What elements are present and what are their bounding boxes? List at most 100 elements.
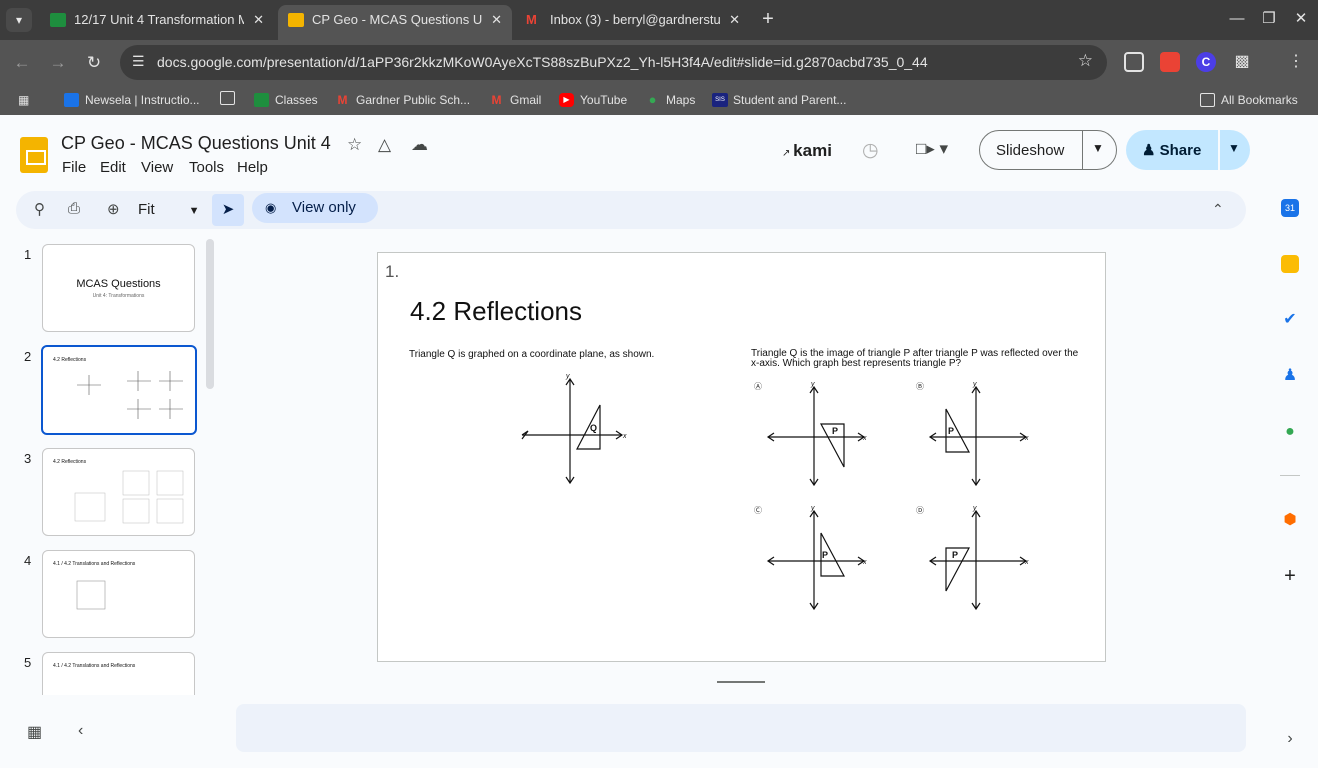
- apps-grid-icon[interactable]: ▦: [18, 91, 34, 109]
- menu-tools[interactable]: Tools: [189, 159, 224, 176]
- slide-thumbnail-4[interactable]: 4.1 / 4.2 Translations and Reflections: [42, 550, 195, 638]
- search-icon[interactable]: ⚲: [34, 200, 45, 218]
- new-tab-button[interactable]: +: [758, 6, 778, 34]
- slide-thumbnail-5[interactable]: 4.1 / 4.2 Translations and Reflections: [42, 652, 195, 695]
- browser-tab-3[interactable]: M Inbox (3) - berryl@gardnerstude ✕: [516, 5, 750, 40]
- folder-icon: [1200, 93, 1215, 107]
- bookmark-gardner[interactable]: M Gardner Public Sch...: [335, 91, 471, 109]
- slides-logo-icon[interactable]: [20, 137, 48, 173]
- bookmark-gmail[interactable]: M Gmail: [489, 91, 542, 109]
- close-icon[interactable]: ✕: [491, 5, 502, 35]
- maximize-button[interactable]: ❐: [1254, 6, 1284, 32]
- view-only-button[interactable]: ◉ View only: [252, 193, 378, 223]
- calendar-icon[interactable]: 31: [1281, 199, 1299, 217]
- option-b-label: Ⓑ: [916, 382, 924, 391]
- menu-edit[interactable]: Edit: [100, 159, 126, 176]
- bookmark-newsela[interactable]: Newsela | Instructio...: [64, 91, 200, 109]
- browser-tab-2[interactable]: CP Geo - MCAS Questions Unit 4 ✕: [278, 5, 512, 40]
- all-bookmarks[interactable]: All Bookmarks: [1200, 91, 1298, 109]
- bookmark-star-icon[interactable]: ☆: [1078, 51, 1093, 71]
- bookmark-youtube[interactable]: ▶ YouTube: [559, 91, 627, 109]
- slide-thumbnail-2[interactable]: 4.2 Reflections: [41, 345, 197, 435]
- extensions-puzzle-icon[interactable]: ▩: [1232, 52, 1252, 72]
- print-icon[interactable]: ⎙: [68, 200, 80, 217]
- minimize-button[interactable]: —: [1222, 6, 1252, 32]
- bookmark-maps[interactable]: ● Maps: [645, 91, 696, 109]
- triangle-p-label: P: [948, 426, 954, 436]
- share-label: ♟ Share: [1142, 141, 1201, 159]
- kami-button[interactable]: ↗ kami: [782, 141, 832, 161]
- back-button[interactable]: ←: [9, 50, 35, 76]
- tab-search-button[interactable]: ▾: [6, 8, 32, 32]
- people-icon: ♟: [1142, 142, 1160, 159]
- axis-x-label: x: [1024, 559, 1029, 566]
- maps-icon[interactable]: ●: [1281, 423, 1299, 441]
- slide-number: 2: [24, 349, 32, 364]
- triangle-p-label: P: [832, 426, 838, 436]
- divider: [1082, 131, 1083, 169]
- version-history-icon[interactable]: ◷: [862, 139, 879, 162]
- slide-filmstrip[interactable]: 1 MCAS Questions Unit 4: Transformations…: [0, 235, 220, 695]
- slide-thumbnail-1[interactable]: MCAS Questions Unit 4: Transformations: [42, 244, 195, 332]
- keep-icon[interactable]: [1281, 255, 1299, 273]
- reader-extension-icon[interactable]: [1124, 52, 1144, 72]
- bookmark-folder[interactable]: [220, 91, 235, 109]
- menu-file[interactable]: File: [62, 159, 86, 176]
- browser-tab-1[interactable]: 12/17 Unit 4 Transformation Mo ✕: [40, 5, 274, 40]
- grid-view-icon[interactable]: ▦: [27, 722, 42, 742]
- bookmark-classes[interactable]: Classes: [254, 91, 318, 109]
- triangle-p-label: P: [952, 550, 958, 560]
- forward-button[interactable]: →: [45, 50, 71, 76]
- menu-view[interactable]: View: [141, 159, 173, 176]
- bookmark-label: YouTube: [580, 93, 628, 107]
- meet-camera-icon[interactable]: □▸ ▾: [916, 139, 948, 159]
- slide-thumbnail-3[interactable]: 4.2 Reflections: [42, 448, 195, 536]
- slide-question-number: 1.: [385, 262, 400, 281]
- close-icon[interactable]: ✕: [729, 5, 740, 35]
- star-icon[interactable]: ☆: [347, 135, 362, 155]
- address-bar[interactable]: ☰ docs.google.com/presentation/d/1aPP36r…: [120, 45, 1107, 80]
- document-title[interactable]: CP Geo - MCAS Questions Unit 4: [61, 133, 331, 154]
- close-icon[interactable]: ✕: [253, 5, 264, 35]
- window-close-button[interactable]: ✕: [1286, 6, 1316, 32]
- kebab-menu-icon[interactable]: ⋮: [1286, 52, 1306, 72]
- site-info-icon[interactable]: ☰: [132, 53, 145, 70]
- tasks-icon[interactable]: ✔: [1281, 311, 1299, 329]
- addon-icon[interactable]: ⬢: [1281, 511, 1299, 529]
- menu-help[interactable]: Help: [237, 159, 268, 176]
- chevron-down-icon[interactable]: ▼: [1228, 141, 1240, 155]
- slide-number: 5: [24, 655, 32, 670]
- chevron-right-icon[interactable]: ›: [1281, 730, 1299, 748]
- bookmark-extension-icon[interactable]: [1160, 52, 1180, 72]
- reload-button[interactable]: ↻: [81, 50, 107, 76]
- notes-resize-handle[interactable]: [717, 681, 765, 683]
- cloud-status-icon[interactable]: ☁: [411, 135, 428, 155]
- filmstrip-scrollbar[interactable]: [206, 239, 214, 389]
- divider: [1218, 130, 1220, 170]
- chevron-down-icon[interactable]: ▼: [1092, 141, 1104, 155]
- browser-toolbar: ← → ↻ ☰ docs.google.com/presentation/d/1…: [0, 40, 1318, 85]
- share-button[interactable]: ♟ Share ▼: [1126, 130, 1250, 170]
- speaker-notes[interactable]: [236, 704, 1246, 752]
- bookmark-student-parent[interactable]: SIS Student and Parent...: [712, 91, 846, 109]
- axis-x-label: x: [862, 435, 867, 442]
- folder-icon: [220, 91, 235, 105]
- axis-y-label: y: [972, 505, 977, 512]
- gmail-icon: M: [526, 12, 537, 27]
- graph-triangle-q: x y Q: [521, 373, 627, 485]
- add-icon[interactable]: +: [1281, 566, 1299, 586]
- chevron-down-icon: ▼: [188, 205, 200, 217]
- zoom-icon[interactable]: ⊕: [107, 200, 120, 218]
- axis-y-label: y: [810, 381, 815, 388]
- zoom-select[interactable]: Fit ▼: [138, 201, 200, 218]
- chevron-up-icon[interactable]: ⌃: [1212, 201, 1224, 218]
- contacts-icon[interactable]: ♟: [1281, 367, 1299, 385]
- axis-x-label: x: [1024, 435, 1029, 442]
- select-cursor-icon[interactable]: ➤: [212, 194, 244, 226]
- chevron-left-icon[interactable]: ‹: [78, 722, 83, 740]
- move-to-drive-icon[interactable]: △: [378, 135, 391, 155]
- slideshow-button[interactable]: Slideshow ▼: [979, 130, 1117, 170]
- c-extension-icon[interactable]: C: [1196, 52, 1216, 72]
- graph-option-d: x y P: [928, 505, 1029, 611]
- gmail-icon: M: [337, 93, 348, 107]
